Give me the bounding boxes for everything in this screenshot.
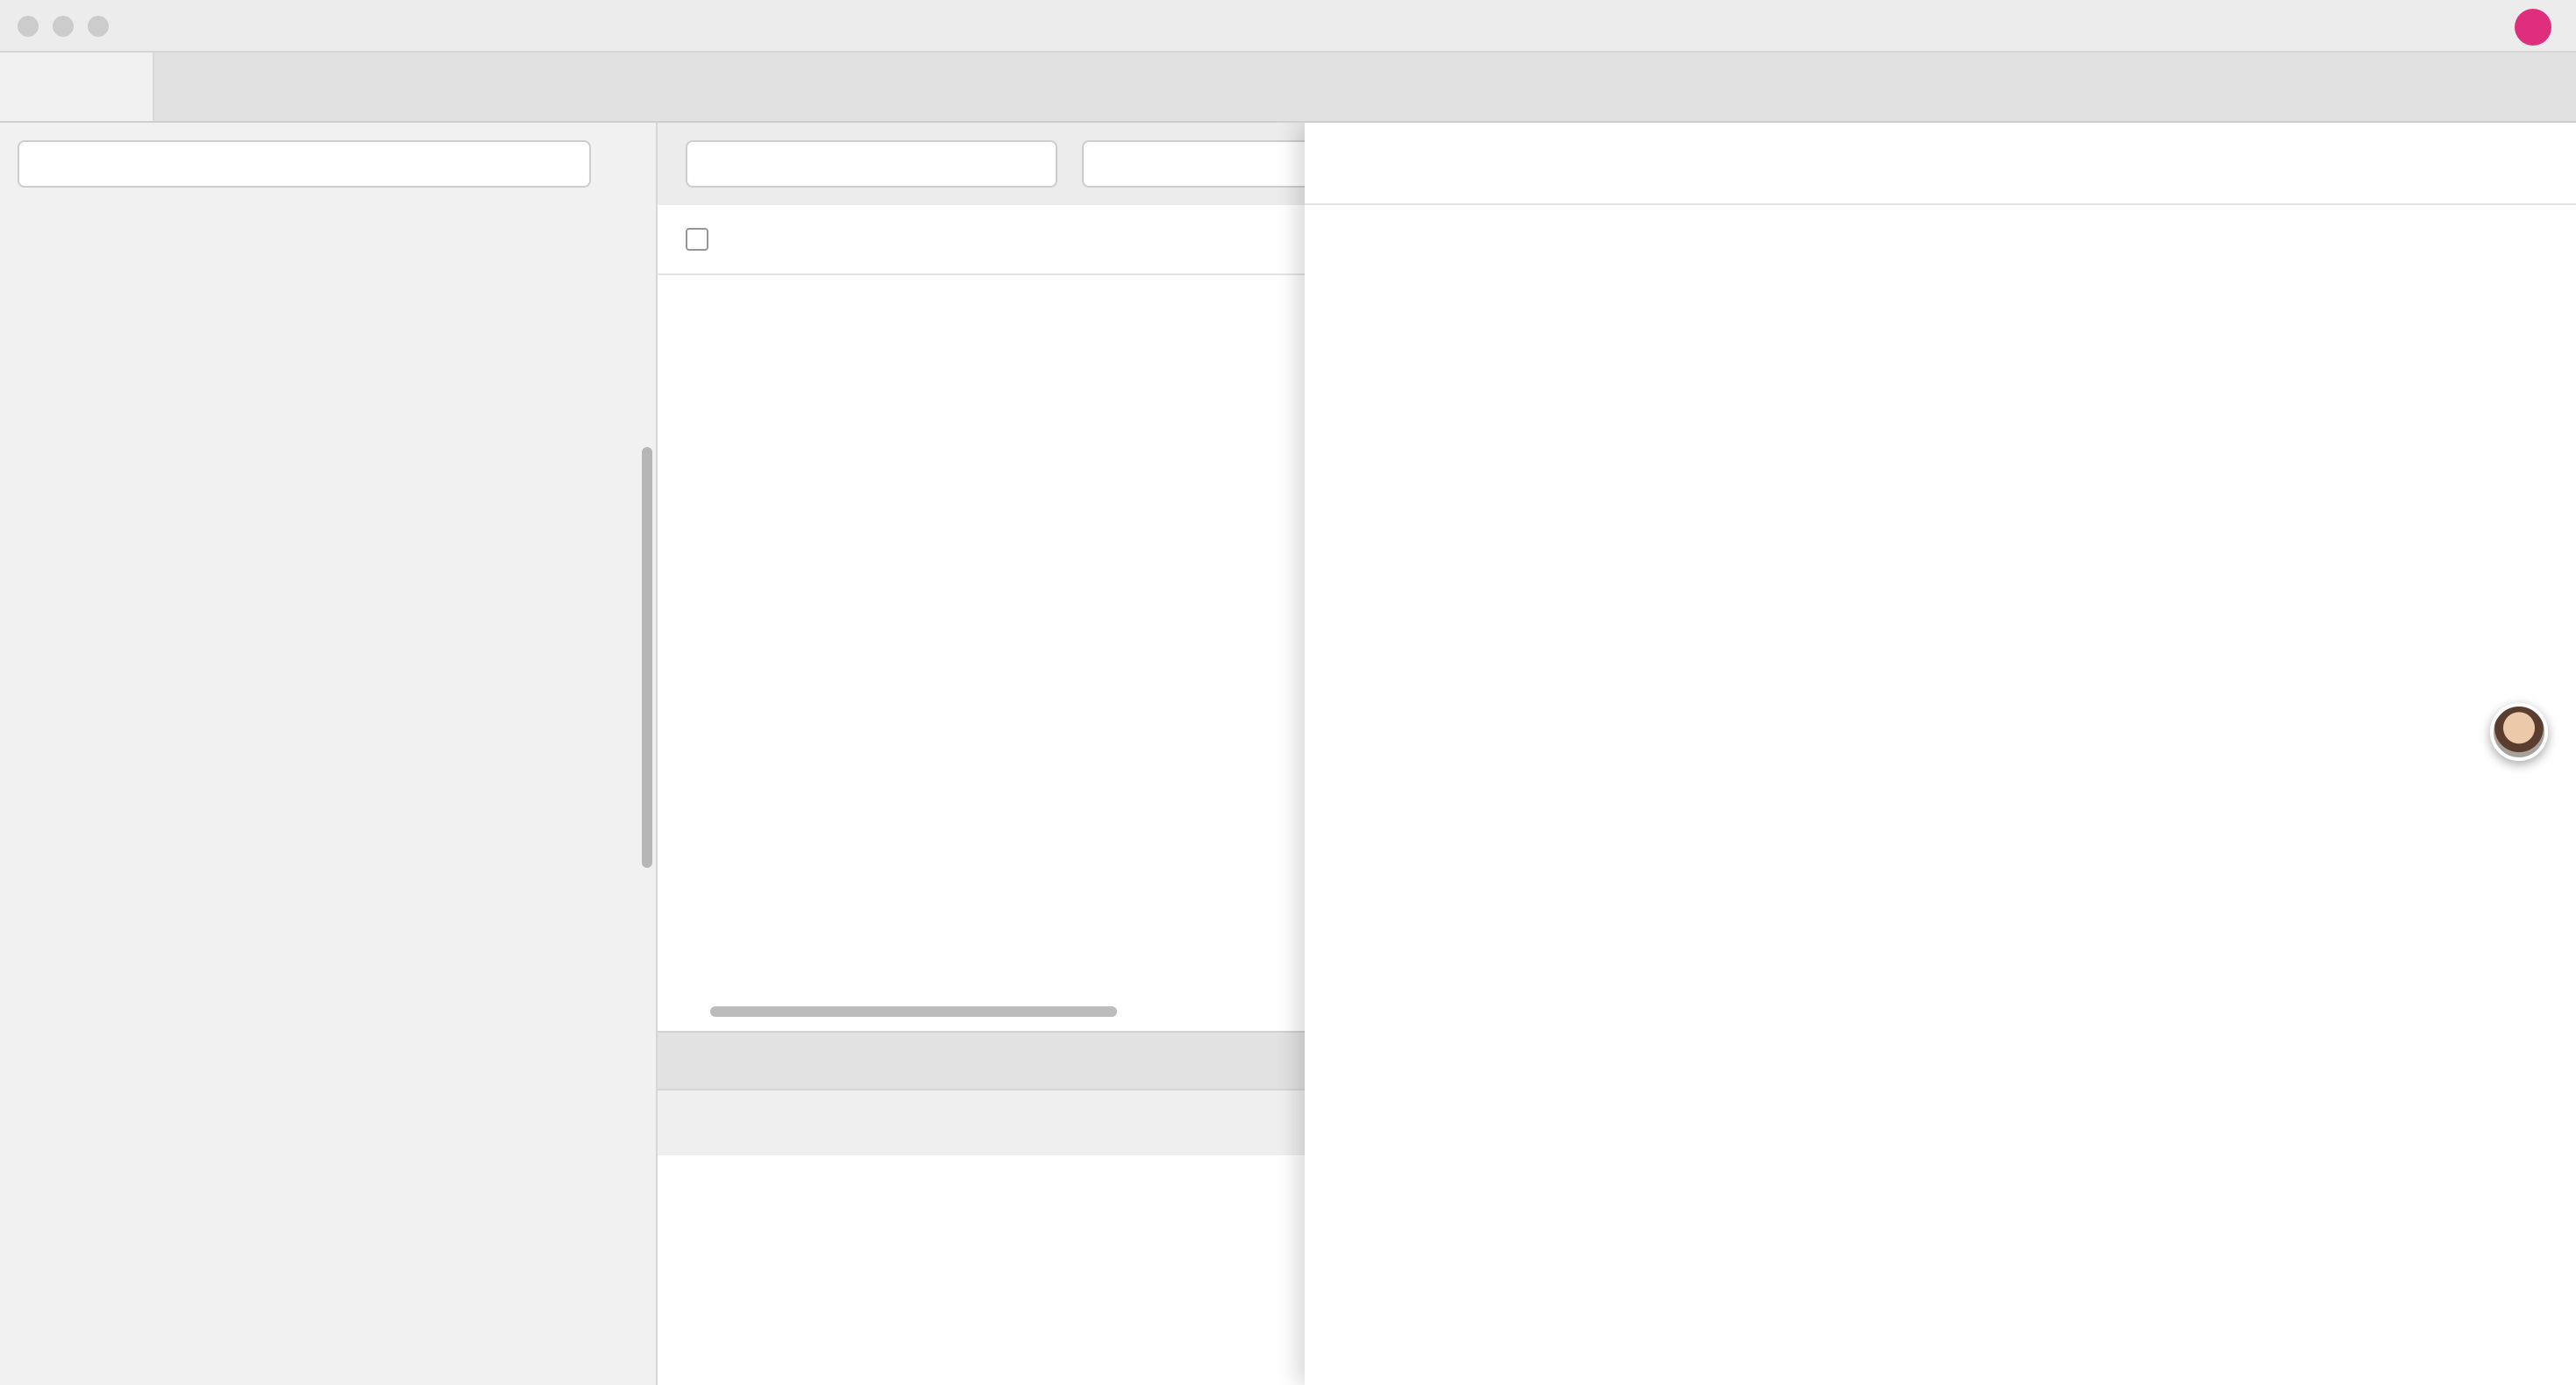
bell-icon[interactable] bbox=[2388, 12, 2416, 40]
close-window-button[interactable] bbox=[18, 16, 39, 37]
edit-pencil-icon[interactable] bbox=[2423, 150, 2450, 176]
notification-badge[interactable] bbox=[2515, 8, 2551, 45]
back-arrow-icon[interactable] bbox=[147, 13, 174, 39]
forward-arrow-icon[interactable] bbox=[209, 13, 235, 39]
app-tab-bar bbox=[0, 53, 2576, 123]
lens-app-window bbox=[0, 0, 2576, 1385]
sort-ascending-icon bbox=[745, 231, 763, 248]
service-details-drawer bbox=[1305, 123, 2576, 1385]
sidebar-scrollbar[interactable] bbox=[642, 447, 652, 868]
assistant-avatar[interactable] bbox=[2490, 703, 2548, 761]
editor-search-icon[interactable] bbox=[740, 1109, 766, 1135]
drawer-body bbox=[1305, 205, 2576, 1385]
navigator-panel-header bbox=[0, 53, 154, 121]
navigator-sidebar bbox=[0, 123, 658, 1385]
upgrade-button[interactable] bbox=[2448, 14, 2483, 39]
trash-icon[interactable] bbox=[2485, 150, 2511, 176]
tab-strip bbox=[686, 53, 2576, 121]
select-all-checkbox[interactable] bbox=[686, 228, 708, 251]
window-controls bbox=[18, 16, 109, 37]
chevron-down-icon bbox=[1021, 155, 1038, 173]
upgrade-chevrons-icon bbox=[2448, 14, 2473, 39]
namespace-selector[interactable] bbox=[686, 140, 1057, 188]
sidebar-toolbar bbox=[0, 123, 656, 205]
minimize-window-button[interactable] bbox=[53, 16, 74, 37]
navigator-tree bbox=[0, 205, 656, 1385]
drawer-header bbox=[1305, 123, 2576, 205]
kubeconfig-selector[interactable] bbox=[18, 140, 591, 188]
zoom-window-button[interactable] bbox=[88, 16, 109, 37]
history-navigation bbox=[147, 0, 235, 53]
navigator-search-icon[interactable] bbox=[612, 151, 638, 177]
chevron-down-icon bbox=[554, 155, 572, 173]
titlebar-right-cluster bbox=[2388, 0, 2551, 53]
save-icon[interactable] bbox=[684, 1109, 710, 1135]
name-column-header[interactable] bbox=[731, 231, 763, 248]
table-horizontal-scrollbar[interactable] bbox=[710, 1006, 1117, 1017]
window-titlebar bbox=[0, 0, 2576, 53]
